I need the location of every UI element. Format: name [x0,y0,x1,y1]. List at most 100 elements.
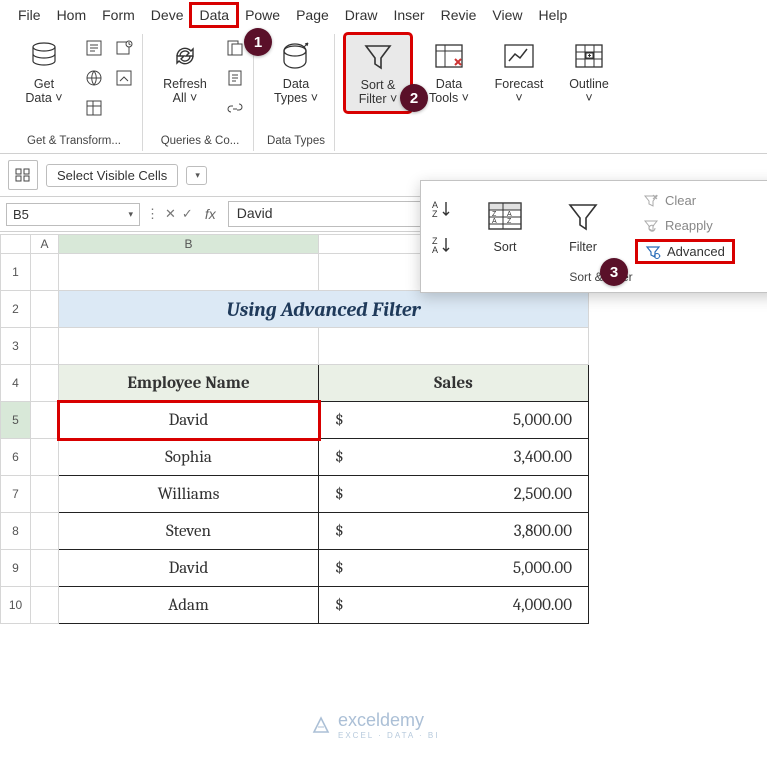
from-web-icon[interactable] [82,66,106,90]
funnel-advanced-icon [645,245,661,259]
menu-revie[interactable]: Revie [433,4,485,26]
menu-hom[interactable]: Hom [49,4,95,26]
row-header-7[interactable]: 7 [1,476,31,513]
menu-data[interactable]: Data [191,4,237,26]
refresh-icon [167,38,203,74]
menu-form[interactable]: Form [94,4,143,26]
cell-B10[interactable]: Adam [59,587,319,624]
fb-sep: ⋮ [146,206,159,222]
select-visible-cells-button[interactable]: Select Visible Cells [46,164,178,187]
row-header-2[interactable]: 2 [1,291,31,328]
advanced-filter-button[interactable]: Advanced [637,241,733,262]
select-visible-label: Select Visible Cells [57,168,167,183]
step-badge-3: 3 [600,258,628,286]
from-text-icon[interactable] [82,36,106,60]
menu-help[interactable]: Help [530,4,575,26]
outline-icon [571,38,607,74]
refresh-all-label: Refresh All ˅ [163,77,207,105]
sort-filter-label: Sort & Filter ˅ [359,75,398,107]
sort-label: Sort [494,237,517,254]
cell-C10[interactable]: $4,000.00 [319,587,589,624]
menu-page[interactable]: Page [288,4,337,26]
cell-B6[interactable]: Sophia [59,439,319,476]
existing-connections-icon[interactable] [112,66,136,90]
menu-draw[interactable]: Draw [337,4,386,26]
step-badge-2: 2 [400,84,428,112]
clear-label: Clear [665,193,696,208]
data-types-icon [278,38,314,74]
cell-B9[interactable]: David [59,550,319,587]
recent-sources-icon[interactable] [112,36,136,60]
col-header-A[interactable]: A [31,235,59,254]
data-types-button[interactable]: Data Types ˅ [264,34,328,110]
row-header-8[interactable]: 8 [1,513,31,550]
outline-button[interactable]: Outline ˅ [557,34,621,110]
header-employee: Employee Name [59,365,319,402]
filter-side-options: Clear Reapply Advanced [637,191,733,262]
name-box[interactable]: B5 ▾ [6,203,140,226]
filter-button[interactable]: Filter [553,197,613,256]
sort-filter-icon [360,39,396,75]
cell-C6[interactable]: $3,400.00 [319,439,589,476]
menu-file[interactable]: File [10,4,49,26]
row-header-3[interactable]: 3 [1,328,31,365]
reapply-filter-button[interactable]: Reapply [637,216,733,235]
watermark-icon [310,714,332,736]
col-header-B[interactable]: B [59,235,319,254]
sort-button[interactable]: ZAAZ Sort [475,197,535,256]
svg-text:Z: Z [492,211,497,218]
forecast-button[interactable]: Forecast ˅ [487,34,551,110]
menu-inser[interactable]: Inser [385,4,432,26]
funnel-reapply-icon [643,219,659,233]
cell-B8[interactable]: Steven [59,513,319,550]
get-data-button[interactable]: Get Data ˅ [12,34,76,110]
clear-filter-button[interactable]: Clear [637,191,733,210]
cell-C5[interactable]: $5,000.00 [319,402,589,439]
menu-view[interactable]: View [484,4,530,26]
cell-C8[interactable]: $3,800.00 [319,513,589,550]
row-header-10[interactable]: 10 [1,587,31,624]
title-cell: Using Advanced Filter [59,291,589,328]
data-tools-label: Data Tools ˅ [429,74,469,106]
menu-deve[interactable]: Deve [143,4,192,26]
fx-icon[interactable]: fx [199,206,222,222]
row-header-1[interactable]: 1 [1,254,31,291]
sort-desc-button[interactable]: ZA [431,232,457,258]
sort-icon: ZAAZ [485,199,525,237]
ribbon-group-get-transform: Get Data ˅ Get & Transform... [6,34,143,151]
row-header-9[interactable]: 9 [1,550,31,587]
cell-B5[interactable]: David [59,402,319,439]
data-types-label: Data Types ˅ [274,77,318,105]
ribbon-group-queries: Refresh All ˅ Queries & Co... [147,34,254,151]
quick-more-button[interactable]: ▾ [186,166,207,185]
forecast-icon [501,38,537,74]
cell-C7[interactable]: $2,500.00 [319,476,589,513]
reapply-label: Reapply [665,218,713,233]
svg-text:A: A [492,218,497,225]
row-header-4[interactable]: 4 [1,365,31,402]
refresh-all-button[interactable]: Refresh All ˅ [153,34,217,110]
from-table-icon[interactable] [82,96,106,120]
header-sales: Sales [319,365,589,402]
edit-links-icon[interactable] [223,96,247,120]
select-visible-icon[interactable] [8,160,38,190]
name-box-value: B5 [13,207,29,222]
cell-C9[interactable]: $5,000.00 [319,550,589,587]
funnel-clear-icon [643,194,659,208]
sort-asc-button[interactable]: AZ [431,196,457,222]
properties-icon[interactable] [223,66,247,90]
svg-text:A: A [432,245,438,255]
enter-icon[interactable]: ✓ [182,206,193,222]
menu-powe[interactable]: Powe [237,4,288,26]
row-header-6[interactable]: 6 [1,439,31,476]
ribbon-group-label: Data Types [267,132,325,151]
cell-B7[interactable]: Williams [59,476,319,513]
outline-label: Outline ˅ [569,74,609,106]
cancel-icon[interactable]: ✕ [165,206,176,222]
step-badge-1: 1 [244,28,272,56]
ribbon-group-datatypes: Data Types ˅ Data Types [258,34,335,151]
row-header-5[interactable]: 5 [1,402,31,439]
select-all-corner[interactable] [1,235,31,254]
sort-asc-desc: AZ ZA [431,196,457,258]
svg-text:A: A [507,211,512,218]
